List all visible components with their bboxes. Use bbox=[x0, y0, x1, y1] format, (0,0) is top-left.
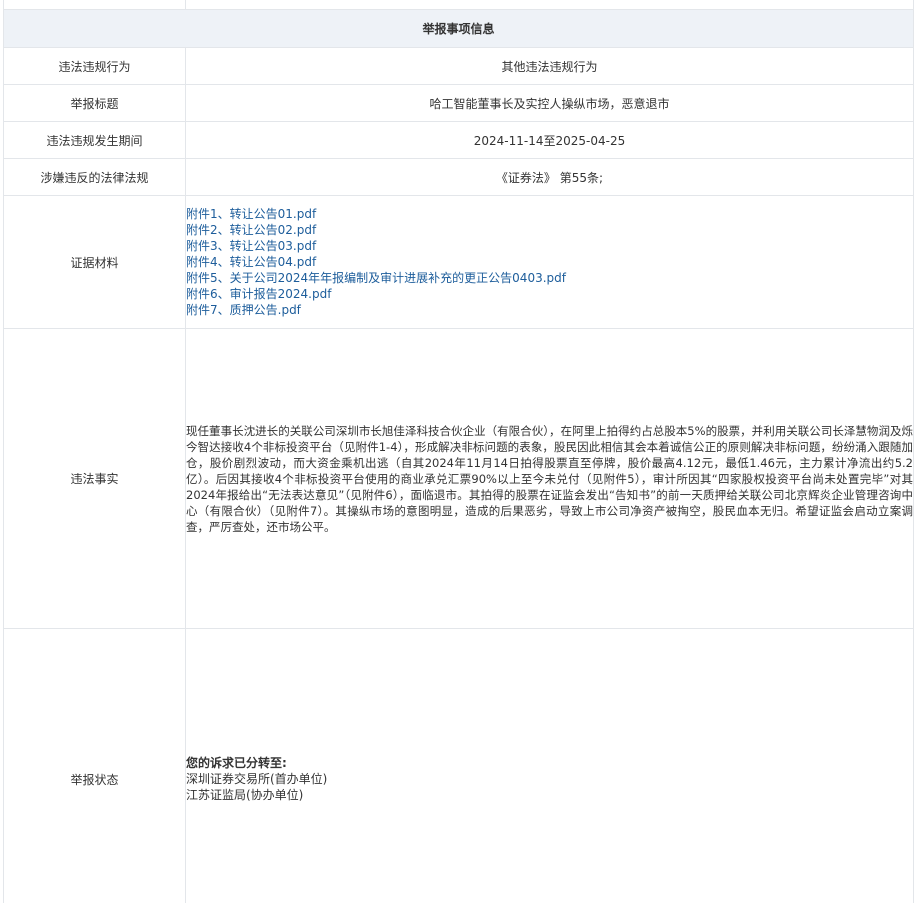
status-content: 您的诉求已分转至: 深圳证券交易所(首办单位) 江苏证监局(协办单位) bbox=[185, 628, 914, 903]
row-evidence: 证据材料 附件1、转让公告01.pdf 附件2、转让公告02.pdf 附件3、转… bbox=[3, 195, 914, 329]
status-label: 举报状态 bbox=[3, 628, 186, 903]
row-facts: 违法事实 现任董事长沈进长的关联公司深圳市长旭佳泽科技合伙企业（有限合伙），在阿… bbox=[3, 328, 914, 629]
report-page: 举报事项信息 违法违规行为 其他违法违规行为 举报标题 哈工智能董事长及实控人操… bbox=[0, 0, 918, 903]
evidence-file-link-6[interactable]: 附件6、审计报告2024.pdf bbox=[186, 286, 913, 302]
row-report-title: 举报标题 哈工智能董事长及实控人操纵市场，恶意退市 bbox=[3, 84, 914, 122]
report-title-label: 举报标题 bbox=[3, 84, 186, 122]
laws-label: 涉嫌违反的法律法规 bbox=[3, 158, 186, 196]
evidence-file-link-3[interactable]: 附件3、转让公告03.pdf bbox=[186, 238, 913, 254]
previous-section-strip bbox=[3, 0, 914, 10]
evidence-label: 证据材料 bbox=[3, 195, 186, 329]
evidence-file-link-7[interactable]: 附件7、质押公告.pdf bbox=[186, 302, 913, 318]
evidence-file-list: 附件1、转让公告01.pdf 附件2、转让公告02.pdf 附件3、转让公告03… bbox=[185, 195, 914, 329]
status-title: 您的诉求已分转至: bbox=[186, 756, 287, 770]
row-laws: 涉嫌违反的法律法规 《证券法》 第55条; bbox=[3, 158, 914, 196]
strip-cell-left bbox=[3, 0, 186, 10]
strip-cell-right bbox=[185, 0, 914, 10]
evidence-file-link-5[interactable]: 附件5、关于公司2024年年报编制及审计进展补充的更正公告0403.pdf bbox=[186, 270, 913, 286]
section-header-row: 举报事项信息 bbox=[3, 9, 914, 48]
violation-type-value: 其他违法违规行为 bbox=[185, 47, 914, 85]
evidence-file-link-4[interactable]: 附件4、转让公告04.pdf bbox=[186, 254, 913, 270]
report-info-table: 举报事项信息 违法违规行为 其他违法违规行为 举报标题 哈工智能董事长及实控人操… bbox=[3, 0, 914, 903]
section-title: 举报事项信息 bbox=[3, 9, 914, 48]
row-period: 违法违规发生期间 2024-11-14至2025-04-25 bbox=[3, 121, 914, 159]
row-violation-type: 违法违规行为 其他违法违规行为 bbox=[3, 47, 914, 85]
report-title-value: 哈工智能董事长及实控人操纵市场，恶意退市 bbox=[185, 84, 914, 122]
period-label: 违法违规发生期间 bbox=[3, 121, 186, 159]
period-value: 2024-11-14至2025-04-25 bbox=[185, 121, 914, 159]
laws-value: 《证券法》 第55条; bbox=[185, 158, 914, 196]
evidence-file-link-1[interactable]: 附件1、转让公告01.pdf bbox=[186, 206, 913, 222]
status-secondary-unit: 江苏证监局(协办单位) bbox=[186, 788, 304, 802]
status-primary-unit: 深圳证券交易所(首办单位) bbox=[186, 772, 328, 786]
violation-type-label: 违法违规行为 bbox=[3, 47, 186, 85]
facts-label: 违法事实 bbox=[3, 328, 186, 629]
facts-text: 现任董事长沈进长的关联公司深圳市长旭佳泽科技合伙企业（有限合伙），在阿里上拍得约… bbox=[185, 328, 914, 629]
row-status: 举报状态 您的诉求已分转至: 深圳证券交易所(首办单位) 江苏证监局(协办单位) bbox=[3, 628, 914, 903]
evidence-file-link-2[interactable]: 附件2、转让公告02.pdf bbox=[186, 222, 913, 238]
